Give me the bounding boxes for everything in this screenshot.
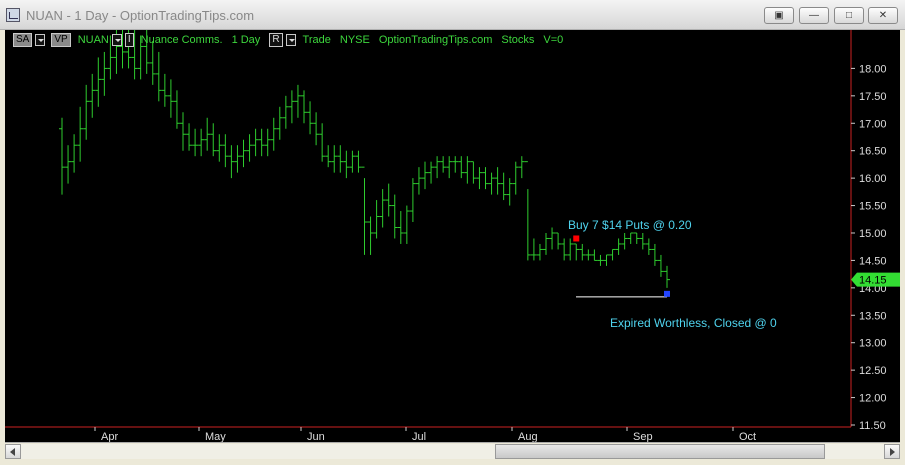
y-tick-label: 13.00 [859, 338, 887, 350]
y-tick-label: 12.50 [859, 365, 887, 377]
horizontal-scrollbar[interactable] [5, 442, 900, 459]
minimize-button[interactable]: — [799, 7, 829, 24]
r-button[interactable]: R [269, 33, 283, 47]
i-button[interactable]: I [124, 33, 134, 47]
y-tick-label: 13.50 [859, 310, 887, 322]
symbol-label[interactable]: NUAN [78, 34, 109, 46]
buy-marker [573, 235, 580, 242]
window-bottom-edge [0, 459, 905, 465]
x-tick-label: Sep [633, 431, 653, 442]
y-tick-label: 14.50 [859, 255, 887, 267]
y-tick-label: 11.50 [859, 420, 886, 432]
price-chart[interactable]: 18.00 17.50 17.00 16.50 16.00 15.50 15.00 14.50… [5, 30, 900, 442]
last-price-label: 14.15 [859, 275, 887, 287]
x-tick-label: Aug [518, 431, 538, 442]
r-dropdown-icon[interactable] [285, 34, 296, 46]
buy-annotation-label: Buy 7 $14 Puts @ 0.20 [568, 218, 692, 232]
y-tick-label: 16.00 [859, 173, 887, 185]
y-tick-label: 15.50 [859, 201, 887, 213]
scroll-left-icon[interactable] [5, 444, 21, 459]
vp-button[interactable]: VP [51, 33, 71, 47]
scroll-right-icon[interactable] [884, 444, 900, 459]
symbol-dropdown-icon[interactable] [111, 34, 122, 46]
close-annotation-label: Expired Worthless, Closed @ 0 [610, 316, 777, 330]
x-tick-label: Jul [412, 431, 426, 442]
close-marker [664, 290, 670, 297]
window-title: NUAN - 1 Day - OptionTradingTips.com [26, 8, 255, 23]
window-titlebar: NUAN - 1 Day - OptionTradingTips.com ▣ —… [0, 0, 905, 30]
x-tick-label: Apr [101, 431, 118, 442]
x-tick-label: Jun [307, 431, 325, 442]
restore-alt-button[interactable]: ▣ [764, 7, 794, 24]
maximize-button[interactable]: □ [834, 7, 864, 24]
y-tick-label: 16.50 [859, 146, 887, 158]
y-tick-label: 12.00 [859, 393, 887, 405]
exchange-label: NYSE [339, 34, 370, 46]
y-tick-label: 17.00 [859, 118, 887, 130]
scroll-thumb[interactable] [495, 444, 825, 459]
trade-label: Trade [302, 34, 331, 46]
chart-app-icon [6, 8, 20, 22]
chart-toolbar: SA VP NUAN I Nuance Comms. 1 Day R Trade… [13, 33, 569, 47]
sa-dropdown-icon[interactable] [35, 34, 46, 46]
y-tick-label: 18.00 [859, 63, 887, 75]
chart-area[interactable]: 18.00 17.50 17.00 16.50 16.00 15.50 15.00 14.50… [5, 30, 900, 442]
y-tick-label: 17.50 [859, 91, 887, 103]
sa-button[interactable]: SA [13, 33, 33, 47]
site-label: OptionTradingTips.com [378, 34, 493, 46]
category-label: Stocks [501, 34, 535, 46]
chart-background [5, 30, 900, 442]
volume-label: V=0 [543, 34, 564, 46]
interval-label[interactable]: 1 Day [232, 34, 261, 46]
company-label: Nuance Comms. [140, 34, 223, 46]
y-tick-label: 15.00 [859, 228, 887, 240]
close-button[interactable]: ✕ [868, 7, 898, 24]
x-tick-label: Oct [739, 431, 756, 442]
x-tick-label: May [205, 431, 226, 442]
